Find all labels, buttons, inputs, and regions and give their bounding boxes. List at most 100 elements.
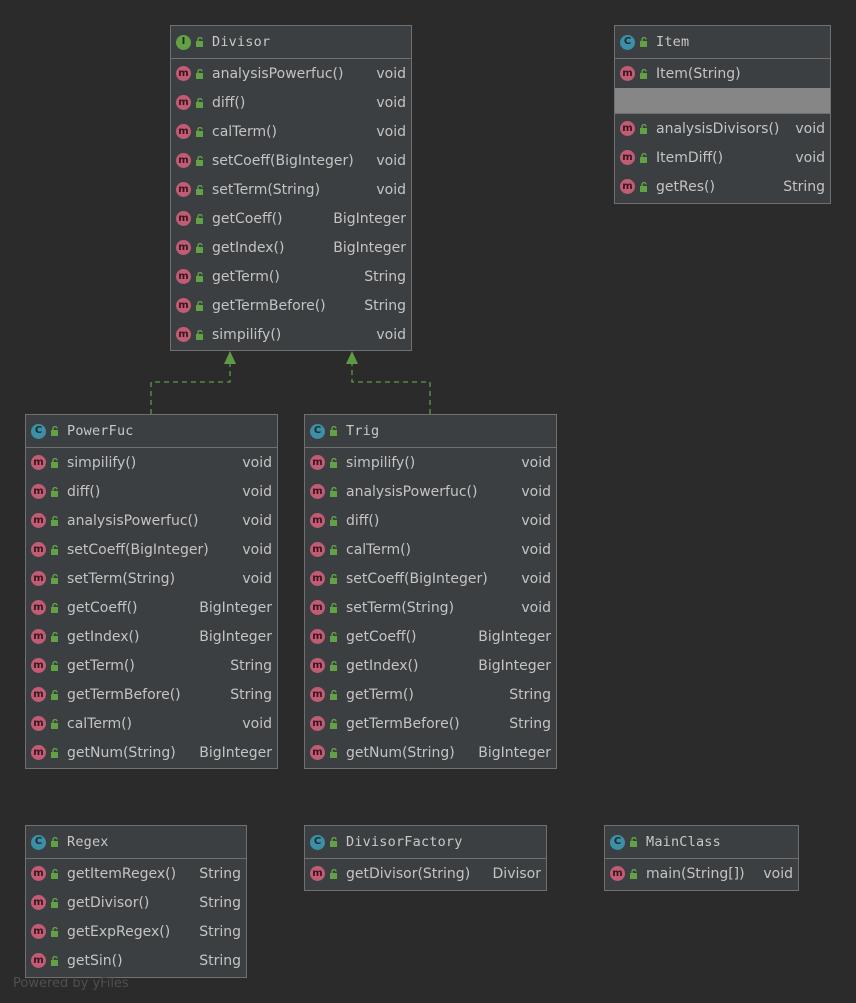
public-lock-icon — [330, 426, 337, 436]
method-row[interactable]: m diff() void — [26, 477, 277, 506]
class-header: C MainClass — [605, 826, 798, 859]
method-row[interactable]: m simpilify() void — [171, 320, 411, 349]
method-name: getRes() — [656, 178, 715, 195]
method-row[interactable]: m getExpRegex() String — [26, 917, 246, 946]
method-row[interactable]: m main(String[]) void — [605, 859, 798, 888]
method-row[interactable]: m getDivisor(String) Divisor — [305, 859, 546, 888]
class-header: C Regex — [26, 826, 246, 859]
method-name: simpilify() — [67, 454, 137, 471]
method-row[interactable]: m calTerm() void — [26, 709, 277, 738]
class-box-divisor[interactable]: I Divisor m analysisPowerfuc() void m diff()… — [170, 25, 412, 351]
method-name: getDivisor() — [67, 894, 150, 911]
class-box-mainclass[interactable]: C MainClass m main(String[]) void — [604, 825, 799, 891]
method-name: analysisPowerfuc() — [67, 512, 199, 529]
method-row[interactable]: m setTerm(String) void — [171, 175, 411, 204]
method-name: calTerm() — [67, 715, 133, 732]
class-name: PowerFuc — [67, 423, 134, 439]
method-row[interactable]: m getTerm() String — [171, 262, 411, 291]
class-name: MainClass — [646, 834, 721, 850]
method-row[interactable]: m getCoeff() BigInteger — [305, 622, 556, 651]
return-type: void — [521, 599, 551, 616]
class-box-item[interactable]: C Item m Item(String) m analysisDivisors()… — [614, 25, 831, 204]
method-icon: m — [176, 327, 205, 342]
method-icon: m — [620, 179, 649, 194]
return-type: void — [795, 120, 825, 137]
method-icon: m — [176, 240, 205, 255]
method-row[interactable]: m analysisPowerfuc() void — [171, 59, 411, 88]
return-type: String — [364, 297, 406, 314]
method-row[interactable]: m simpilify() void — [305, 448, 556, 477]
constructor-row[interactable]: m Item(String) — [615, 59, 830, 88]
method-row[interactable]: m getTermBefore() String — [26, 680, 277, 709]
method-icon: m — [31, 629, 60, 644]
method-icon: m — [31, 542, 60, 557]
method-row[interactable]: m ItemDiff() void — [615, 143, 830, 172]
class-header: C DivisorFactory — [305, 826, 546, 859]
return-type: void — [376, 123, 406, 140]
class-icon: C — [610, 834, 625, 850]
method-row[interactable]: m setCoeff(BigInteger) void — [26, 535, 277, 564]
method-icon: m — [620, 121, 649, 136]
method-row[interactable]: m getNum(String) BigInteger — [26, 738, 277, 767]
return-type: void — [521, 454, 551, 471]
class-header: C Trig — [305, 415, 556, 448]
method-row[interactable]: m getCoeff() BigInteger — [171, 204, 411, 233]
class-name: Trig — [346, 423, 380, 439]
method-row[interactable]: m getTermBefore() String — [305, 709, 556, 738]
powerfuc-arrowhead — [224, 351, 236, 364]
method-row[interactable]: m getIndex() BigInteger — [305, 651, 556, 680]
public-lock-icon — [196, 37, 203, 47]
method-row[interactable]: m setTerm(String) void — [26, 564, 277, 593]
return-type: void — [242, 570, 272, 587]
class-box-divisorfactory[interactable]: C DivisorFactory m getDivisor(String) Divi… — [304, 825, 547, 891]
method-name: setTerm(String) — [346, 599, 455, 616]
method-row[interactable]: m getNum(String) BigInteger — [305, 738, 556, 767]
method-icon: m — [310, 866, 339, 881]
method-row[interactable]: m diff() void — [305, 506, 556, 535]
method-row[interactable]: m getItemRegex() String — [26, 859, 246, 888]
method-row[interactable]: m getIndex() BigInteger — [171, 233, 411, 262]
class-name: Divisor — [212, 34, 271, 50]
method-row[interactable]: m getTermBefore() String — [171, 291, 411, 320]
method-name: getIndex() — [346, 657, 419, 674]
class-box-powerfuc[interactable]: C PowerFuc m simpilify() void m diff() void m a… — [25, 414, 278, 769]
public-lock-icon — [640, 37, 647, 47]
method-row[interactable]: m calTerm() void — [305, 535, 556, 564]
method-row[interactable]: m getSin() String — [26, 946, 246, 975]
method-row[interactable]: m analysisPowerfuc() void — [26, 506, 277, 535]
method-row[interactable]: m getIndex() BigInteger — [26, 622, 277, 651]
method-name: setCoeff(BigInteger) — [212, 152, 354, 169]
return-type: void — [763, 865, 793, 882]
class-icon: C — [310, 423, 325, 439]
method-row[interactable]: m getTerm() String — [305, 680, 556, 709]
class-box-regex[interactable]: C Regex m getItemRegex() String m getDivisor… — [25, 825, 247, 978]
method-row[interactable]: m getCoeff() BigInteger — [26, 593, 277, 622]
method-row[interactable]: m simpilify() void — [26, 448, 277, 477]
method-row[interactable]: m setCoeff(BigInteger) void — [171, 146, 411, 175]
method-row[interactable]: m setCoeff(BigInteger) void — [305, 564, 556, 593]
method-icon: m — [176, 153, 205, 168]
method-name: setTerm(String) — [67, 570, 176, 587]
return-type: String — [199, 923, 241, 940]
method-row[interactable]: m calTerm() void — [171, 117, 411, 146]
method-list: m getDivisor(String) Divisor — [305, 859, 546, 888]
method-icon: m — [31, 716, 60, 731]
method-row[interactable]: m diff() void — [171, 88, 411, 117]
return-type: void — [376, 326, 406, 343]
method-icon: m — [31, 866, 60, 881]
method-name: simpilify() — [212, 326, 282, 343]
class-box-trig[interactable]: C Trig m simpilify() void m analysisPowerfuc… — [304, 414, 557, 769]
method-row[interactable]: m getDivisor() String — [26, 888, 246, 917]
method-icon: m — [310, 600, 339, 615]
class-name: Regex — [67, 834, 109, 850]
method-row[interactable]: m getTerm() String — [26, 651, 277, 680]
method-name: getSin() — [67, 952, 123, 969]
method-row[interactable]: m getRes() String — [615, 172, 830, 201]
method-row[interactable]: m analysisDivisors() void — [615, 114, 830, 143]
method-icon: m — [310, 629, 339, 644]
method-row[interactable]: m setTerm(String) void — [305, 593, 556, 622]
method-icon: m — [610, 866, 639, 881]
return-type: String — [199, 894, 241, 911]
method-name: getNum(String) — [346, 744, 455, 761]
method-row[interactable]: m analysisPowerfuc() void — [305, 477, 556, 506]
